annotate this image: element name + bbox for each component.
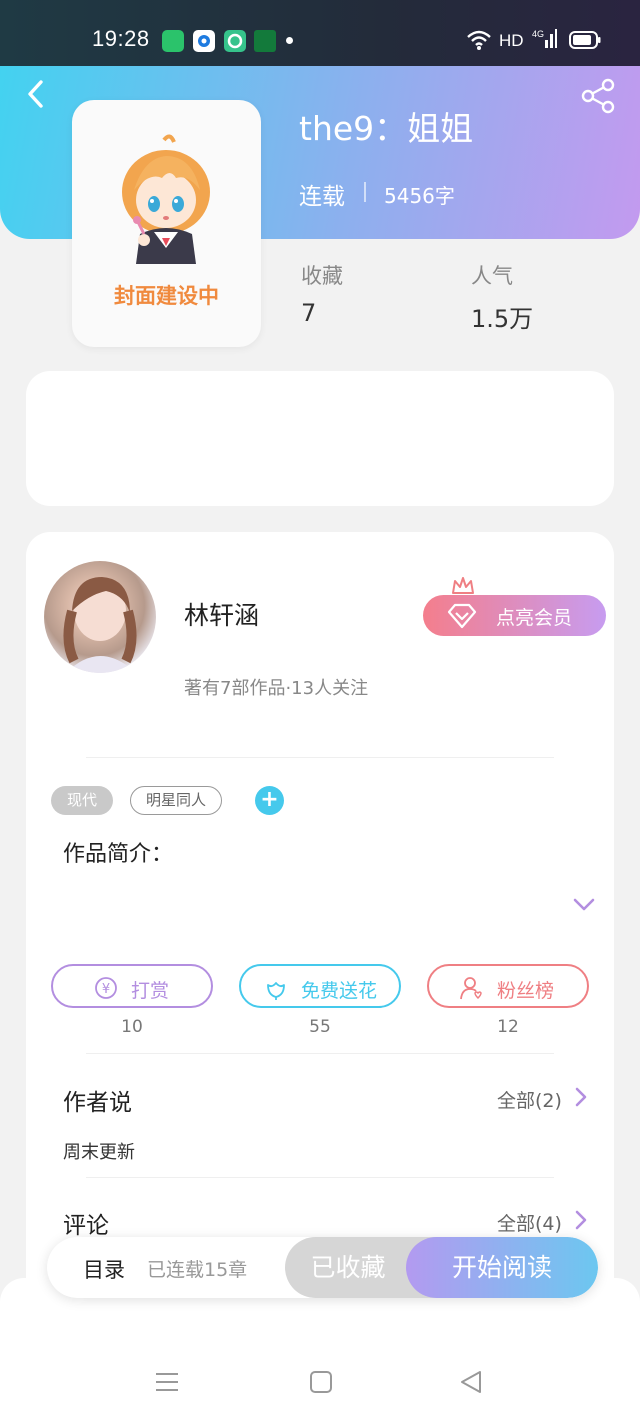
menu-nav-icon[interactable] (155, 1370, 179, 1394)
section-divider (86, 1177, 554, 1178)
browser-notification-icon (193, 30, 215, 52)
comments-more-link[interactable]: 全部(4) (497, 1209, 562, 1236)
app-notification-icon (162, 30, 184, 52)
tag-modern[interactable]: 现代 (51, 786, 113, 815)
bottom-panel (0, 1278, 640, 1422)
book-title: the9：姐姐 (299, 109, 474, 148)
favorites-label: 收藏 (301, 264, 343, 288)
free-flower-button[interactable]: 免费送花 (239, 964, 401, 1008)
hd-network-label: HD (499, 31, 524, 50)
cover-placeholder-illustration (122, 134, 210, 264)
flower-icon (267, 982, 285, 1000)
crown-icon (452, 577, 474, 594)
cover-placeholder-text: 封面建设中 (114, 284, 219, 308)
fan-ranking-label: 粉丝榜 (497, 980, 555, 1002)
back-arrow-icon[interactable] (22, 78, 54, 110)
tip-count: 10 (121, 1017, 143, 1037)
free-flower-count: 55 (309, 1017, 331, 1037)
wifi-icon (467, 30, 491, 50)
back-nav-icon[interactable] (459, 1370, 483, 1394)
author-says-more-link[interactable]: 全部(2) (497, 1086, 562, 1113)
word-count: 5456字 (384, 184, 455, 208)
yen-coin-icon: ¥ (95, 977, 117, 999)
tip-label: 打赏 (131, 980, 170, 1002)
chevron-down-icon[interactable] (572, 895, 596, 915)
bottom-action-bar: 目录 已连载15章 已收藏 开始阅读 (47, 1237, 598, 1298)
collected-label: 已收藏 (310, 1253, 386, 1282)
book-cover[interactable]: 封面建设中 (72, 100, 261, 347)
popularity-value: 1.5万 (471, 305, 534, 333)
favorites-value: 7 (301, 299, 317, 327)
svg-text:4G: 4G (532, 29, 544, 39)
chat-notification-icon (224, 30, 246, 52)
tip-button[interactable]: ¥ 打赏 (51, 964, 213, 1008)
section-divider (86, 1053, 554, 1054)
book-status: 连载 (299, 184, 345, 210)
free-flower-label: 免费送花 (301, 980, 378, 1002)
tag-celebrity-fanfic[interactable]: 明星同人 (130, 786, 222, 815)
author-name[interactable]: 林轩涵 (184, 596, 259, 632)
add-tag-button[interactable]: + (255, 786, 284, 815)
diamond-icon (447, 603, 477, 629)
svg-text:¥: ¥ (102, 982, 110, 997)
battery-icon (569, 31, 601, 49)
table-of-contents-button[interactable]: 目录 (83, 1254, 125, 1284)
fan-user-icon (460, 977, 482, 1000)
fan-ranking-count: 12 (497, 1017, 519, 1037)
signal-4g-icon: 4G (532, 29, 557, 48)
oppo-notification-icon (254, 30, 276, 52)
comments-title: 评论 (63, 1213, 109, 1239)
popularity-label: 人气 (471, 264, 513, 288)
status-time: 19:28 (92, 26, 150, 51)
chevron-right-icon[interactable] (574, 1209, 588, 1231)
status-divider (364, 182, 366, 202)
intro-label: 作品简介： (63, 842, 174, 867)
vip-membership-button[interactable]: 点亮会员 (423, 595, 606, 636)
fan-ranking-button[interactable]: 粉丝榜 (427, 964, 589, 1008)
author-note-text: 周末更新 (63, 1142, 135, 1163)
home-nav-icon[interactable] (309, 1370, 333, 1394)
share-icon[interactable] (580, 78, 616, 114)
author-avatar[interactable] (44, 561, 156, 673)
author-meta: 著有7部作品·13人关注 (184, 678, 369, 699)
empty-info-card (26, 371, 614, 506)
chapter-count: 已连载15章 (147, 1259, 248, 1281)
vip-button-label: 点亮会员 (496, 607, 573, 629)
status-bar: 19:28 HD 4G (0, 0, 640, 66)
start-reading-button[interactable]: 开始阅读 (406, 1237, 598, 1298)
status-dot (286, 37, 293, 44)
author-says-title: 作者说 (63, 1090, 132, 1116)
section-divider (86, 757, 554, 758)
chevron-right-icon[interactable] (574, 1086, 588, 1108)
